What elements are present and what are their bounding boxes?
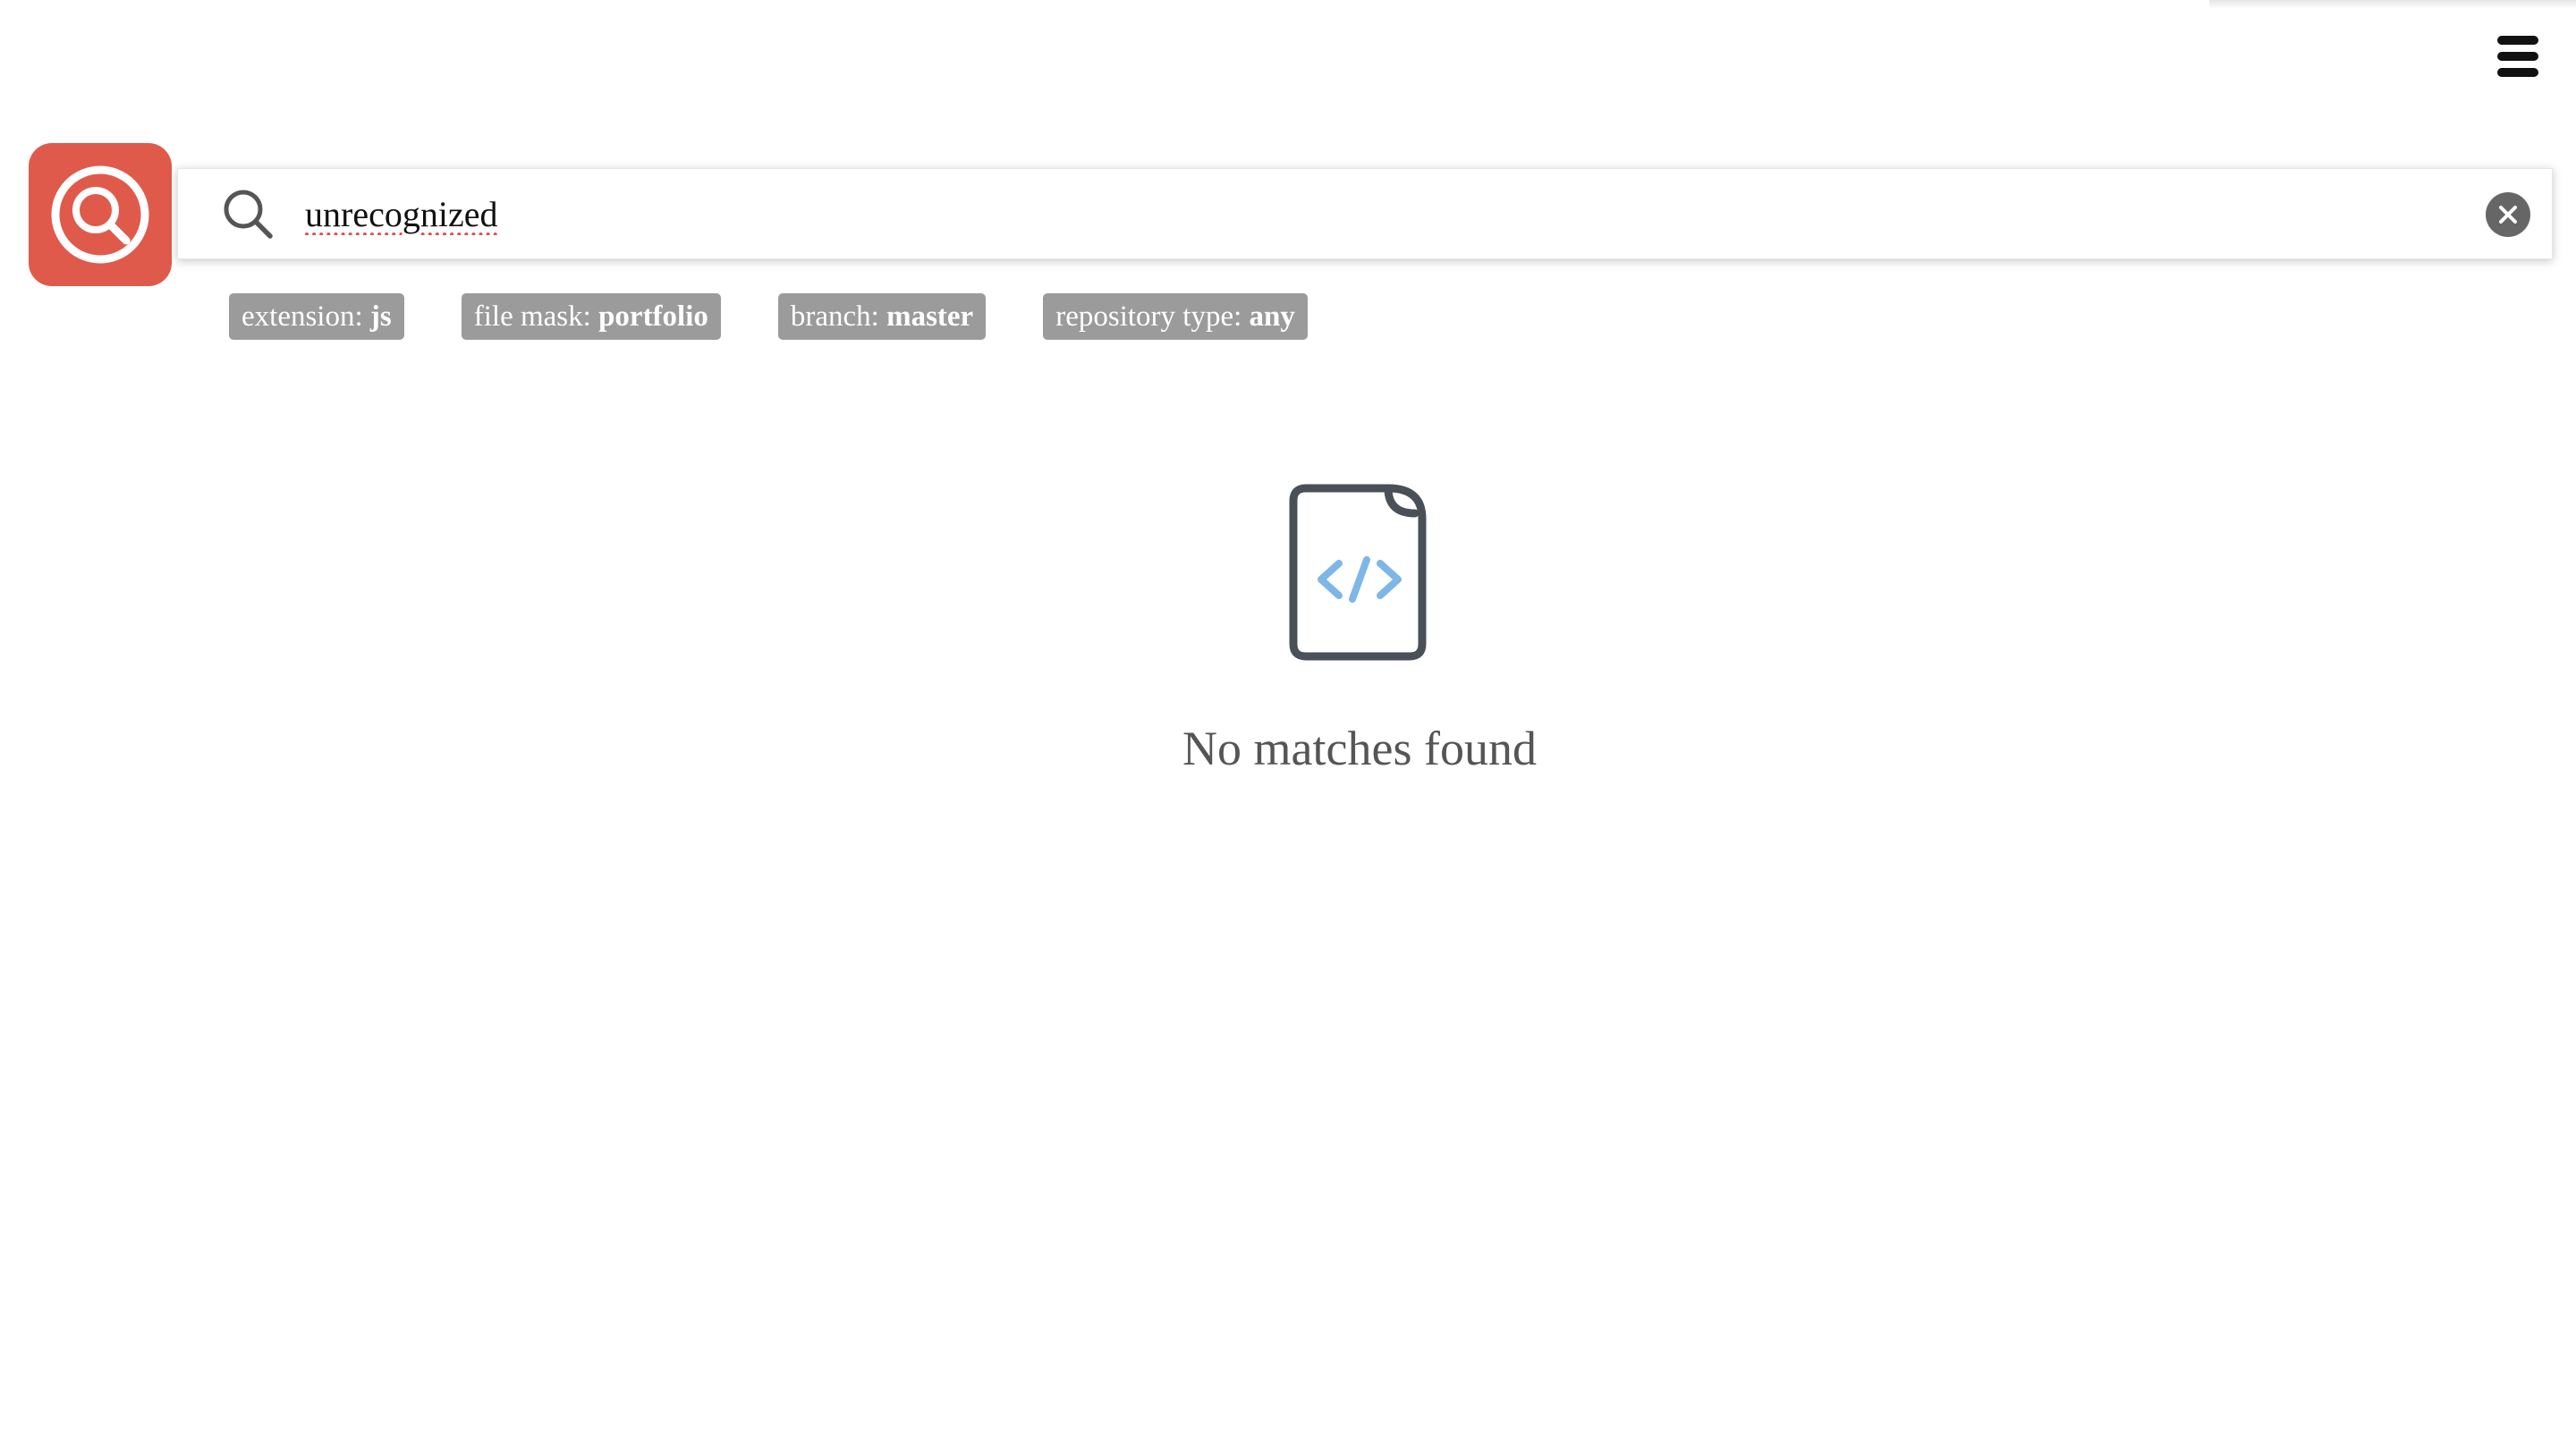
search-input[interactable] [305, 182, 2362, 246]
filter-chip-extension[interactable]: extension: js [229, 293, 404, 340]
filter-chips: extension: js file mask: portfolio branc… [229, 293, 1308, 340]
search-logo-icon[interactable] [29, 143, 172, 286]
empty-state: No matches found [1002, 483, 1717, 776]
hamburger-menu-icon[interactable] [2496, 34, 2540, 79]
filter-chip-repository-type[interactable]: repository type: any [1043, 293, 1308, 340]
filter-chip-file-mask[interactable]: file mask: portfolio [461, 293, 721, 340]
filter-chip-branch[interactable]: branch: master [777, 293, 987, 340]
search-bar [177, 168, 2553, 259]
no-matches-message: No matches found [1182, 722, 1537, 775]
code-file-icon [1289, 484, 1427, 661]
search-icon [224, 190, 273, 239]
top-shadow [2209, 0, 2576, 9]
clear-icon[interactable] [2486, 192, 2530, 237]
